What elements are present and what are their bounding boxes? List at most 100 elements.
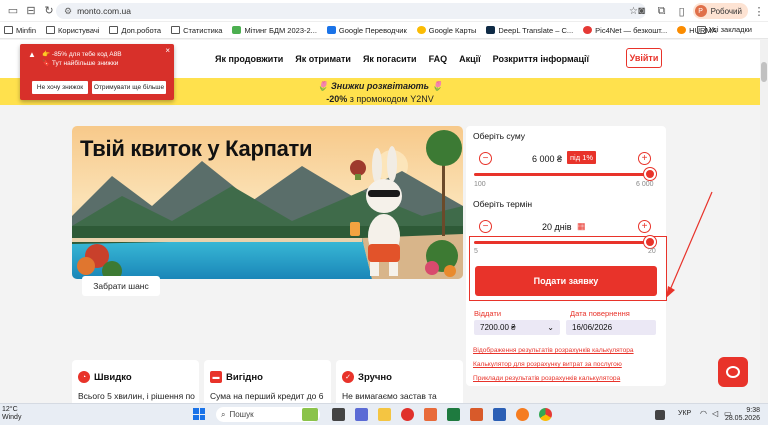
file-explorer-icon[interactable]	[378, 408, 391, 421]
profile-button[interactable]: Р Робочий	[692, 3, 748, 19]
firefox-icon[interactable]	[516, 408, 529, 421]
feature-title: Вигідно	[226, 372, 263, 383]
popup-line: 👉 -85% для тебе код A8B	[42, 51, 122, 58]
bookmark-label: Статистика	[183, 25, 223, 35]
avatar: Р	[694, 5, 707, 17]
all-bookmarks[interactable]: Усі закладки	[696, 25, 762, 34]
site-info-icon[interactable]: ⚙	[64, 6, 72, 17]
feature-card-fast: ◔ Швидко Всього 5 хвилин, і рішення по з…	[72, 360, 199, 405]
nav-item-faq[interactable]: FAQ	[429, 54, 448, 64]
wifi-icon[interactable]: ◠	[700, 409, 707, 418]
bookmark-item[interactable]: Мітинг БДМ 2023-2...	[232, 26, 317, 35]
amount-value: 6 000 ₴	[532, 154, 563, 164]
bookmark-item[interactable]: Користувачі	[46, 26, 99, 35]
tab-search-icon[interactable]: ⊟	[22, 2, 40, 20]
excel-icon[interactable]	[447, 408, 460, 421]
chat-button[interactable]	[718, 357, 748, 387]
teams-icon[interactable]	[355, 408, 368, 421]
promo-code-text: з промокодом Y2NV	[347, 94, 434, 104]
rate-badge: під 1%	[567, 151, 597, 164]
powerpoint-icon[interactable]	[424, 408, 437, 421]
amount-slider-track[interactable]	[474, 173, 650, 176]
calculator-link[interactable]: Відображення результатів розрахунків кал…	[473, 347, 634, 354]
folder-icon	[171, 26, 181, 34]
windows-start-icon[interactable]	[193, 408, 205, 420]
term-value: 20 днів	[542, 222, 572, 232]
folder-icon	[4, 26, 13, 34]
bookmark-label: Pic4Net — безкошт...	[595, 25, 668, 35]
check-icon: ✓	[342, 371, 354, 383]
close-icon[interactable]: ×	[165, 46, 170, 55]
app-icon[interactable]	[470, 408, 483, 421]
bookmark-label: Google Переводчик	[338, 25, 407, 35]
weather-widget[interactable]: 12°C Windy	[2, 406, 21, 422]
decline-discount-button[interactable]: Не хочу знижок	[32, 81, 88, 94]
term-decrease-button[interactable]: −	[479, 220, 492, 233]
folder-icon	[46, 26, 56, 34]
nav-item-get[interactable]: Як отримати	[295, 54, 351, 64]
amount-min: 100	[474, 181, 486, 188]
term-min: 5	[474, 248, 478, 255]
nav-item-continue[interactable]: Як продовжити	[215, 54, 283, 64]
bookmark-label: Доп.робота	[121, 25, 162, 35]
annotation-arrow	[666, 191, 713, 298]
language-indicator[interactable]: УКР	[678, 410, 691, 417]
feature-card-profitable: ▬ Вигідно Сума на перший кредит до 6 000…	[204, 360, 331, 405]
bookmark-label: Google Карты	[428, 25, 477, 35]
date: 28.05.2026	[724, 415, 760, 422]
scrollbar-thumb[interactable]	[761, 62, 767, 82]
all-bookmarks-label: Усі закладки	[708, 25, 752, 34]
calculator-link[interactable]: Приклади результатів розрахунків калькул…	[473, 375, 620, 382]
bookmark-item[interactable]: Статистика	[171, 26, 222, 35]
bookmark-item[interactable]: Pic4Net — безкошт...	[583, 26, 667, 35]
translate-icon	[326, 26, 336, 34]
amount-increase-button[interactable]: +	[638, 152, 651, 165]
page-scrollbar[interactable]	[760, 40, 768, 405]
amount-decrease-button[interactable]: −	[479, 152, 492, 165]
bookmark-item[interactable]: Google Карты	[416, 25, 477, 35]
volume-icon[interactable]: ◁	[712, 409, 718, 418]
bookmark-item[interactable]: Minfin	[4, 26, 36, 35]
temperature: 12°C	[2, 406, 18, 413]
feature-card-convenient: ✓ Зручно Не вимагаємо застав та поручите…	[336, 360, 463, 405]
term-slider-handle[interactable]	[644, 236, 656, 248]
nav-item-promos[interactable]: Акції	[459, 54, 481, 64]
clock[interactable]: 9:38 28.05.2026	[725, 407, 760, 423]
accept-discount-button[interactable]: Отримувати ще більше	[92, 81, 166, 94]
extensions-icon[interactable]: ⧉	[653, 2, 671, 20]
nav-item-disclosure[interactable]: Розкриття інформації	[493, 54, 589, 64]
url-text: monto.com.ua	[77, 6, 131, 16]
time: 9:38	[746, 407, 760, 414]
nav-item-repay[interactable]: Як погасити	[363, 54, 417, 64]
address-bar[interactable]: ⚙ monto.com.ua ☆	[56, 3, 646, 19]
tray-overflow-icon[interactable]	[655, 410, 665, 420]
submit-application-button[interactable]: Подати заявку	[475, 266, 657, 296]
windows-taskbar: 12°C Windy ⌕ Пошук УКР ◠ ◁ ▭ 9:38 28.05.…	[0, 403, 768, 425]
claim-chance-button[interactable]: Забрати шанс	[82, 276, 160, 296]
word-icon[interactable]	[493, 408, 506, 421]
sidebar-toggle-icon[interactable]: ▭	[4, 2, 22, 20]
camera-icon[interactable]: ◙	[633, 2, 651, 20]
bookmark-item[interactable]: DeepL Translate – C...	[486, 26, 573, 35]
term-slider-track[interactable]	[474, 241, 650, 244]
split-view-icon[interactable]: ▯	[673, 2, 691, 20]
search-placeholder: Пошук	[229, 410, 254, 419]
task-view-icon[interactable]	[332, 408, 345, 421]
bookmark-item[interactable]: Google Переводчик	[326, 25, 407, 35]
term-max: 20	[648, 248, 656, 255]
given-amount-select[interactable]: 7200.00 ₴ ⌄	[474, 320, 560, 335]
bookmarks-bar: Minfin Користувачі Доп.робота Статистика…	[0, 22, 768, 39]
calculator-link[interactable]: Калькулятор для розрахунку витрат за пос…	[473, 361, 622, 368]
amount-slider-handle[interactable]	[644, 168, 656, 180]
term-label: Оберіть термін	[473, 199, 533, 209]
term-increase-button[interactable]: +	[638, 220, 651, 233]
opera-icon[interactable]	[401, 408, 414, 421]
menu-icon[interactable]: ⋮	[750, 2, 768, 20]
return-date-label: Дата повернення	[570, 309, 630, 318]
sheets-icon	[232, 26, 242, 34]
chevron-down-icon: ⌄	[547, 323, 554, 332]
login-button[interactable]: Увійти	[626, 48, 662, 68]
return-date-field: 16/06/2026	[566, 320, 656, 335]
chrome-icon[interactable]	[539, 408, 552, 421]
bookmark-item[interactable]: Доп.робота	[109, 26, 161, 35]
